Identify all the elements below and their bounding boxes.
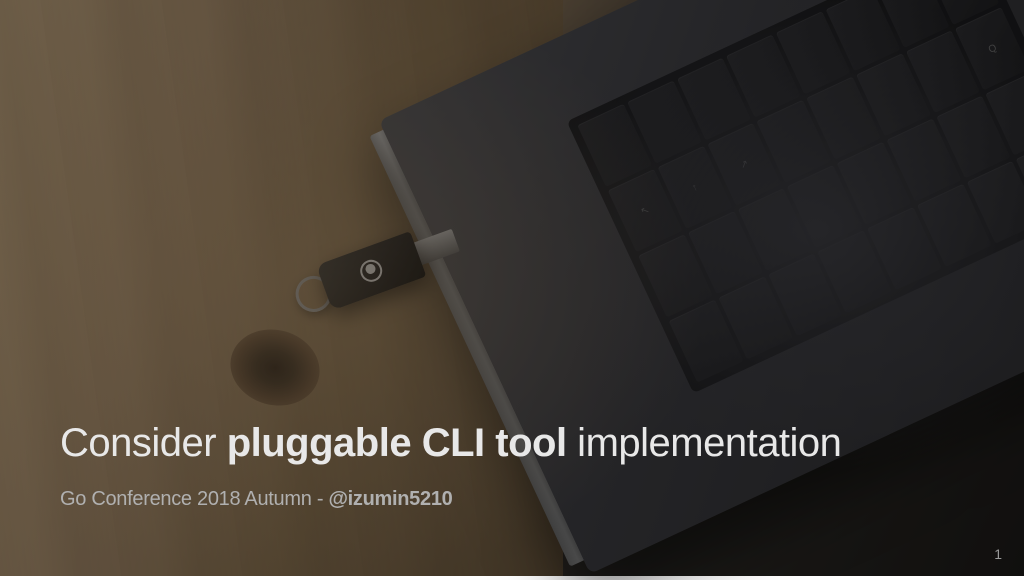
page-number: 1 bbox=[994, 546, 1002, 562]
slide-subtitle: Go Conference 2018 Autumn - @izumin5210 bbox=[60, 488, 964, 511]
slide-container: ↖↑↗ Q Consider pluggable CLI tool implem… bbox=[0, 0, 1024, 576]
slide-content: Consider pluggable CLI tool implementati… bbox=[60, 420, 964, 511]
subtitle-prefix: Go Conference 2018 Autumn - bbox=[60, 488, 328, 510]
slide-title: Consider pluggable CLI tool implementati… bbox=[60, 420, 964, 466]
title-prefix: Consider bbox=[60, 421, 227, 465]
title-suffix: implementation bbox=[567, 421, 842, 465]
title-bold: pluggable CLI tool bbox=[227, 421, 567, 465]
subtitle-bold: @izumin5210 bbox=[328, 488, 452, 510]
